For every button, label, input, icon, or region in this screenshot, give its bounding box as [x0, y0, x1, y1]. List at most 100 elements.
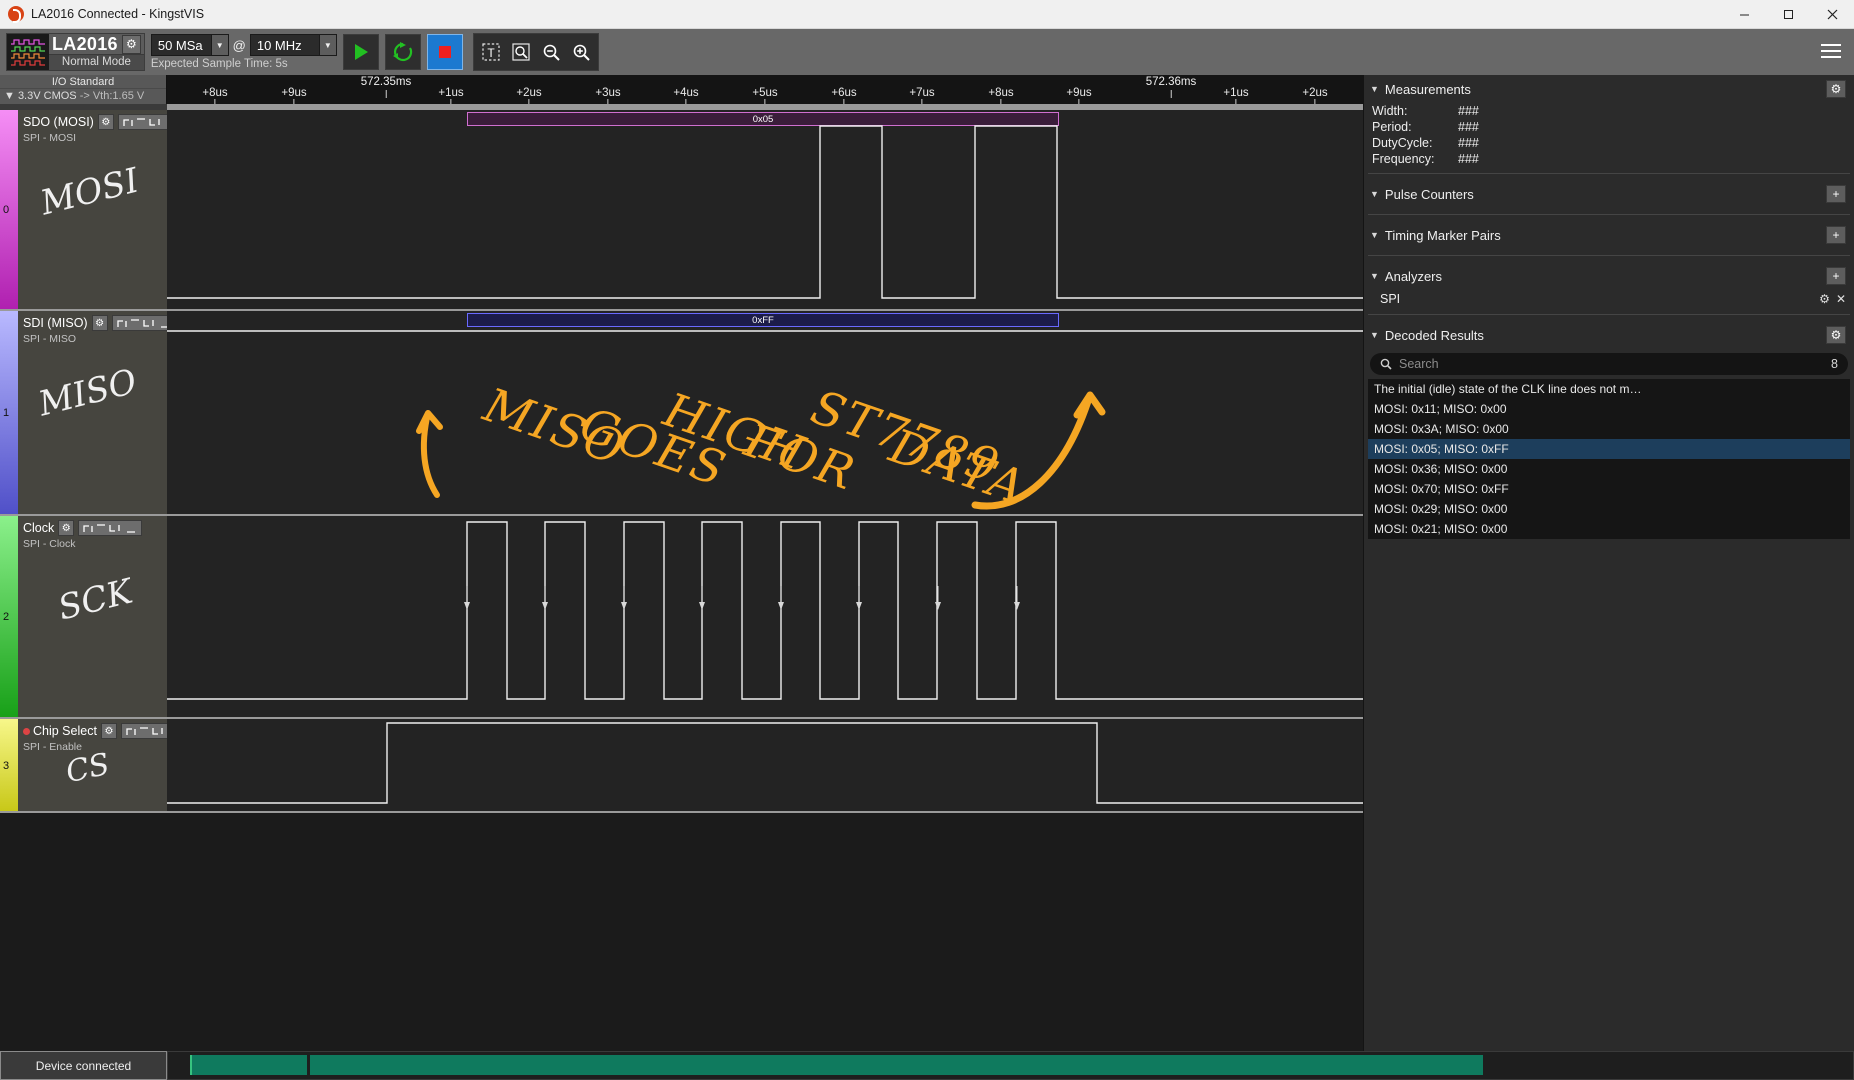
- gear-icon[interactable]: ⚙: [100, 723, 117, 739]
- decoded-results-header[interactable]: ▼ Decoded Results ⚙: [1364, 321, 1854, 349]
- ruler-tick-7: +6us: [831, 87, 857, 104]
- measurement-key: Period:: [1372, 120, 1412, 134]
- decoded-results-search[interactable]: Search 8: [1370, 353, 1848, 375]
- channel-label-cs[interactable]: Chip Select ⚙ SPI - Enable CS: [18, 719, 185, 811]
- analyzers-title: Analyzers: [1384, 268, 1442, 284]
- maximize-button[interactable]: [1766, 0, 1810, 29]
- channel-name: Clock: [23, 521, 55, 535]
- measurement-row: DutyCycle: ###: [1364, 135, 1854, 151]
- capture-progress-bar: [167, 1051, 1854, 1080]
- search-icon: [1380, 358, 1392, 370]
- chevron-down-icon[interactable]: ▼: [1370, 230, 1379, 240]
- list-item[interactable]: MOSI: 0x29; MISO: 0x00: [1368, 499, 1850, 519]
- search-input[interactable]: Search: [1399, 357, 1824, 371]
- ruler-major-1: 572.36ms: [1146, 76, 1196, 98]
- gear-icon[interactable]: ⚙: [97, 114, 114, 130]
- repeat-capture-button[interactable]: [384, 34, 421, 70]
- chevron-down-icon[interactable]: ▼: [1370, 271, 1379, 281]
- ruler-tick-12: +2us: [1302, 87, 1328, 104]
- chevron-down-icon[interactable]: ▼: [1370, 84, 1379, 94]
- time-ruler[interactable]: 572.35ms 572.36ms +8us +9us +1us +2us +3…: [167, 75, 1363, 104]
- main-toolbar: LA2016 ⚙ Normal Mode 50 MSa ▼ @ 10 MHz ▼…: [0, 29, 1854, 75]
- waveform-mosi[interactable]: 0x05: [167, 110, 1363, 309]
- decoded-results-list[interactable]: The initial (idle) state of the CLK line…: [1368, 379, 1850, 539]
- gear-icon[interactable]: ⚙: [1826, 80, 1846, 98]
- gear-icon[interactable]: ⚙: [58, 520, 75, 536]
- plus-icon[interactable]: +: [1826, 226, 1846, 244]
- zoom-out-icon[interactable]: [536, 38, 565, 66]
- sample-rate-select[interactable]: 10 MHz ▼: [249, 34, 337, 56]
- chevron-down-icon[interactable]: ▼: [210, 35, 228, 55]
- pulse-counters-title: Pulse Counters: [1384, 186, 1474, 202]
- gear-icon[interactable]: ⚙: [91, 315, 108, 331]
- app-body: I/O Standard ▼ 3.3V CMOS -> Vth:1.65 V 5…: [0, 75, 1854, 1051]
- chevron-down-icon[interactable]: ▼: [1370, 189, 1379, 199]
- measurements-header[interactable]: ▼ Measurements ⚙: [1364, 75, 1854, 103]
- channel-label-mosi[interactable]: SDO (MOSI) ⚙ SPI - MOSI MOSI: [18, 110, 182, 309]
- ruler-tick-4: +3us: [595, 87, 621, 104]
- measurement-value: ###: [1458, 152, 1479, 166]
- handwritten-sck-label: SCK: [54, 571, 137, 629]
- measurement-row: Frequency: ###: [1364, 151, 1854, 167]
- divider: [1368, 255, 1850, 256]
- plus-icon[interactable]: +: [1826, 185, 1846, 203]
- divider: [1368, 314, 1850, 315]
- handwritten-cs-label: CS: [62, 746, 113, 791]
- waveform-clock[interactable]: [167, 516, 1363, 717]
- channel-index: 2: [3, 611, 10, 623]
- channel-row-mosi: 0 SDO (MOSI) ⚙ SPI - MOSI MOSI 0x05: [0, 110, 1363, 311]
- list-item[interactable]: MOSI: 0x70; MISO: 0xFF: [1368, 479, 1850, 499]
- sample-depth-select[interactable]: 50 MSa ▼: [150, 34, 229, 56]
- device-group: LA2016 ⚙ Normal Mode: [6, 33, 145, 71]
- edge-trigger-selector[interactable]: [111, 315, 176, 331]
- close-button[interactable]: [1810, 0, 1854, 29]
- analyzers-header[interactable]: ▼ Analyzers +: [1364, 262, 1854, 290]
- sample-settings-group: 50 MSa ▼ @ 10 MHz ▼ Expected Sample Time…: [150, 34, 337, 70]
- channel-label-miso[interactable]: SDI (MISO) ⚙ SPI - MISO MISO: [18, 311, 176, 514]
- app-icon: [8, 6, 24, 23]
- minimize-button[interactable]: [1722, 0, 1766, 29]
- status-text: Device connected: [0, 1051, 167, 1080]
- zoom-fit-icon[interactable]: [506, 38, 535, 66]
- zoom-in-icon[interactable]: [566, 38, 595, 66]
- title-bar: LA2016 Connected - KingstVIS: [0, 0, 1854, 29]
- ruler-tick-3: +2us: [516, 87, 542, 104]
- channel-protocol: SPI - Clock: [23, 538, 76, 550]
- list-item[interactable]: MOSI: 0x11; MISO: 0x00: [1368, 399, 1850, 419]
- measurement-key: Frequency:: [1372, 152, 1435, 166]
- empty-channel-space: [0, 813, 1363, 1013]
- window-title: LA2016 Connected - KingstVIS: [31, 7, 205, 21]
- list-item[interactable]: MOSI: 0x05; MISO: 0xFF: [1368, 439, 1850, 459]
- at-separator: @: [232, 37, 246, 53]
- gear-icon[interactable]: ⚙: [1819, 292, 1830, 306]
- chevron-down-icon[interactable]: ▼: [318, 35, 336, 55]
- list-item[interactable]: MOSI: 0x36; MISO: 0x00: [1368, 459, 1850, 479]
- list-item[interactable]: MOSI: 0x21; MISO: 0x00: [1368, 519, 1850, 539]
- io-threshold: -> Vth:1.65 V: [79, 90, 145, 102]
- start-capture-button[interactable]: [342, 34, 379, 70]
- gear-icon[interactable]: ⚙: [1826, 326, 1846, 344]
- analyzer-item-spi[interactable]: SPI ⚙ ✕: [1364, 290, 1854, 308]
- chevron-down-icon[interactable]: ▼: [1370, 330, 1379, 340]
- waveform-cs[interactable]: [167, 719, 1363, 811]
- device-name: LA2016: [52, 34, 118, 54]
- text-annotation-icon[interactable]: T: [476, 38, 505, 66]
- timing-marker-pairs-header[interactable]: ▼ Timing Marker Pairs +: [1364, 221, 1854, 249]
- channel-label-clock[interactable]: Clock ⚙ SPI - Clock SCK: [18, 516, 167, 717]
- pulse-counters-header[interactable]: ▼ Pulse Counters +: [1364, 180, 1854, 208]
- hamburger-menu-icon[interactable]: [1818, 38, 1844, 64]
- edge-trigger-selector[interactable]: [78, 520, 143, 536]
- io-standard-value[interactable]: ▼ 3.3V CMOS -> Vth:1.65 V: [0, 89, 166, 104]
- channel-name: Chip Select: [23, 724, 97, 738]
- measurement-row: Width: ###: [1364, 103, 1854, 119]
- plus-icon[interactable]: +: [1826, 267, 1846, 285]
- waveform-miso[interactable]: 0xFF: [167, 311, 1363, 514]
- measurement-value: ###: [1458, 136, 1479, 150]
- gear-icon[interactable]: ⚙: [121, 34, 141, 54]
- list-item[interactable]: MOSI: 0x3A; MISO: 0x00: [1368, 419, 1850, 439]
- measurements-list: Width: ### Period: ### DutyCycle: ### Fr…: [1364, 103, 1854, 167]
- divider: [1368, 173, 1850, 174]
- list-item[interactable]: The initial (idle) state of the CLK line…: [1368, 379, 1850, 399]
- stop-capture-button[interactable]: [426, 34, 463, 70]
- close-icon[interactable]: ✕: [1836, 292, 1846, 306]
